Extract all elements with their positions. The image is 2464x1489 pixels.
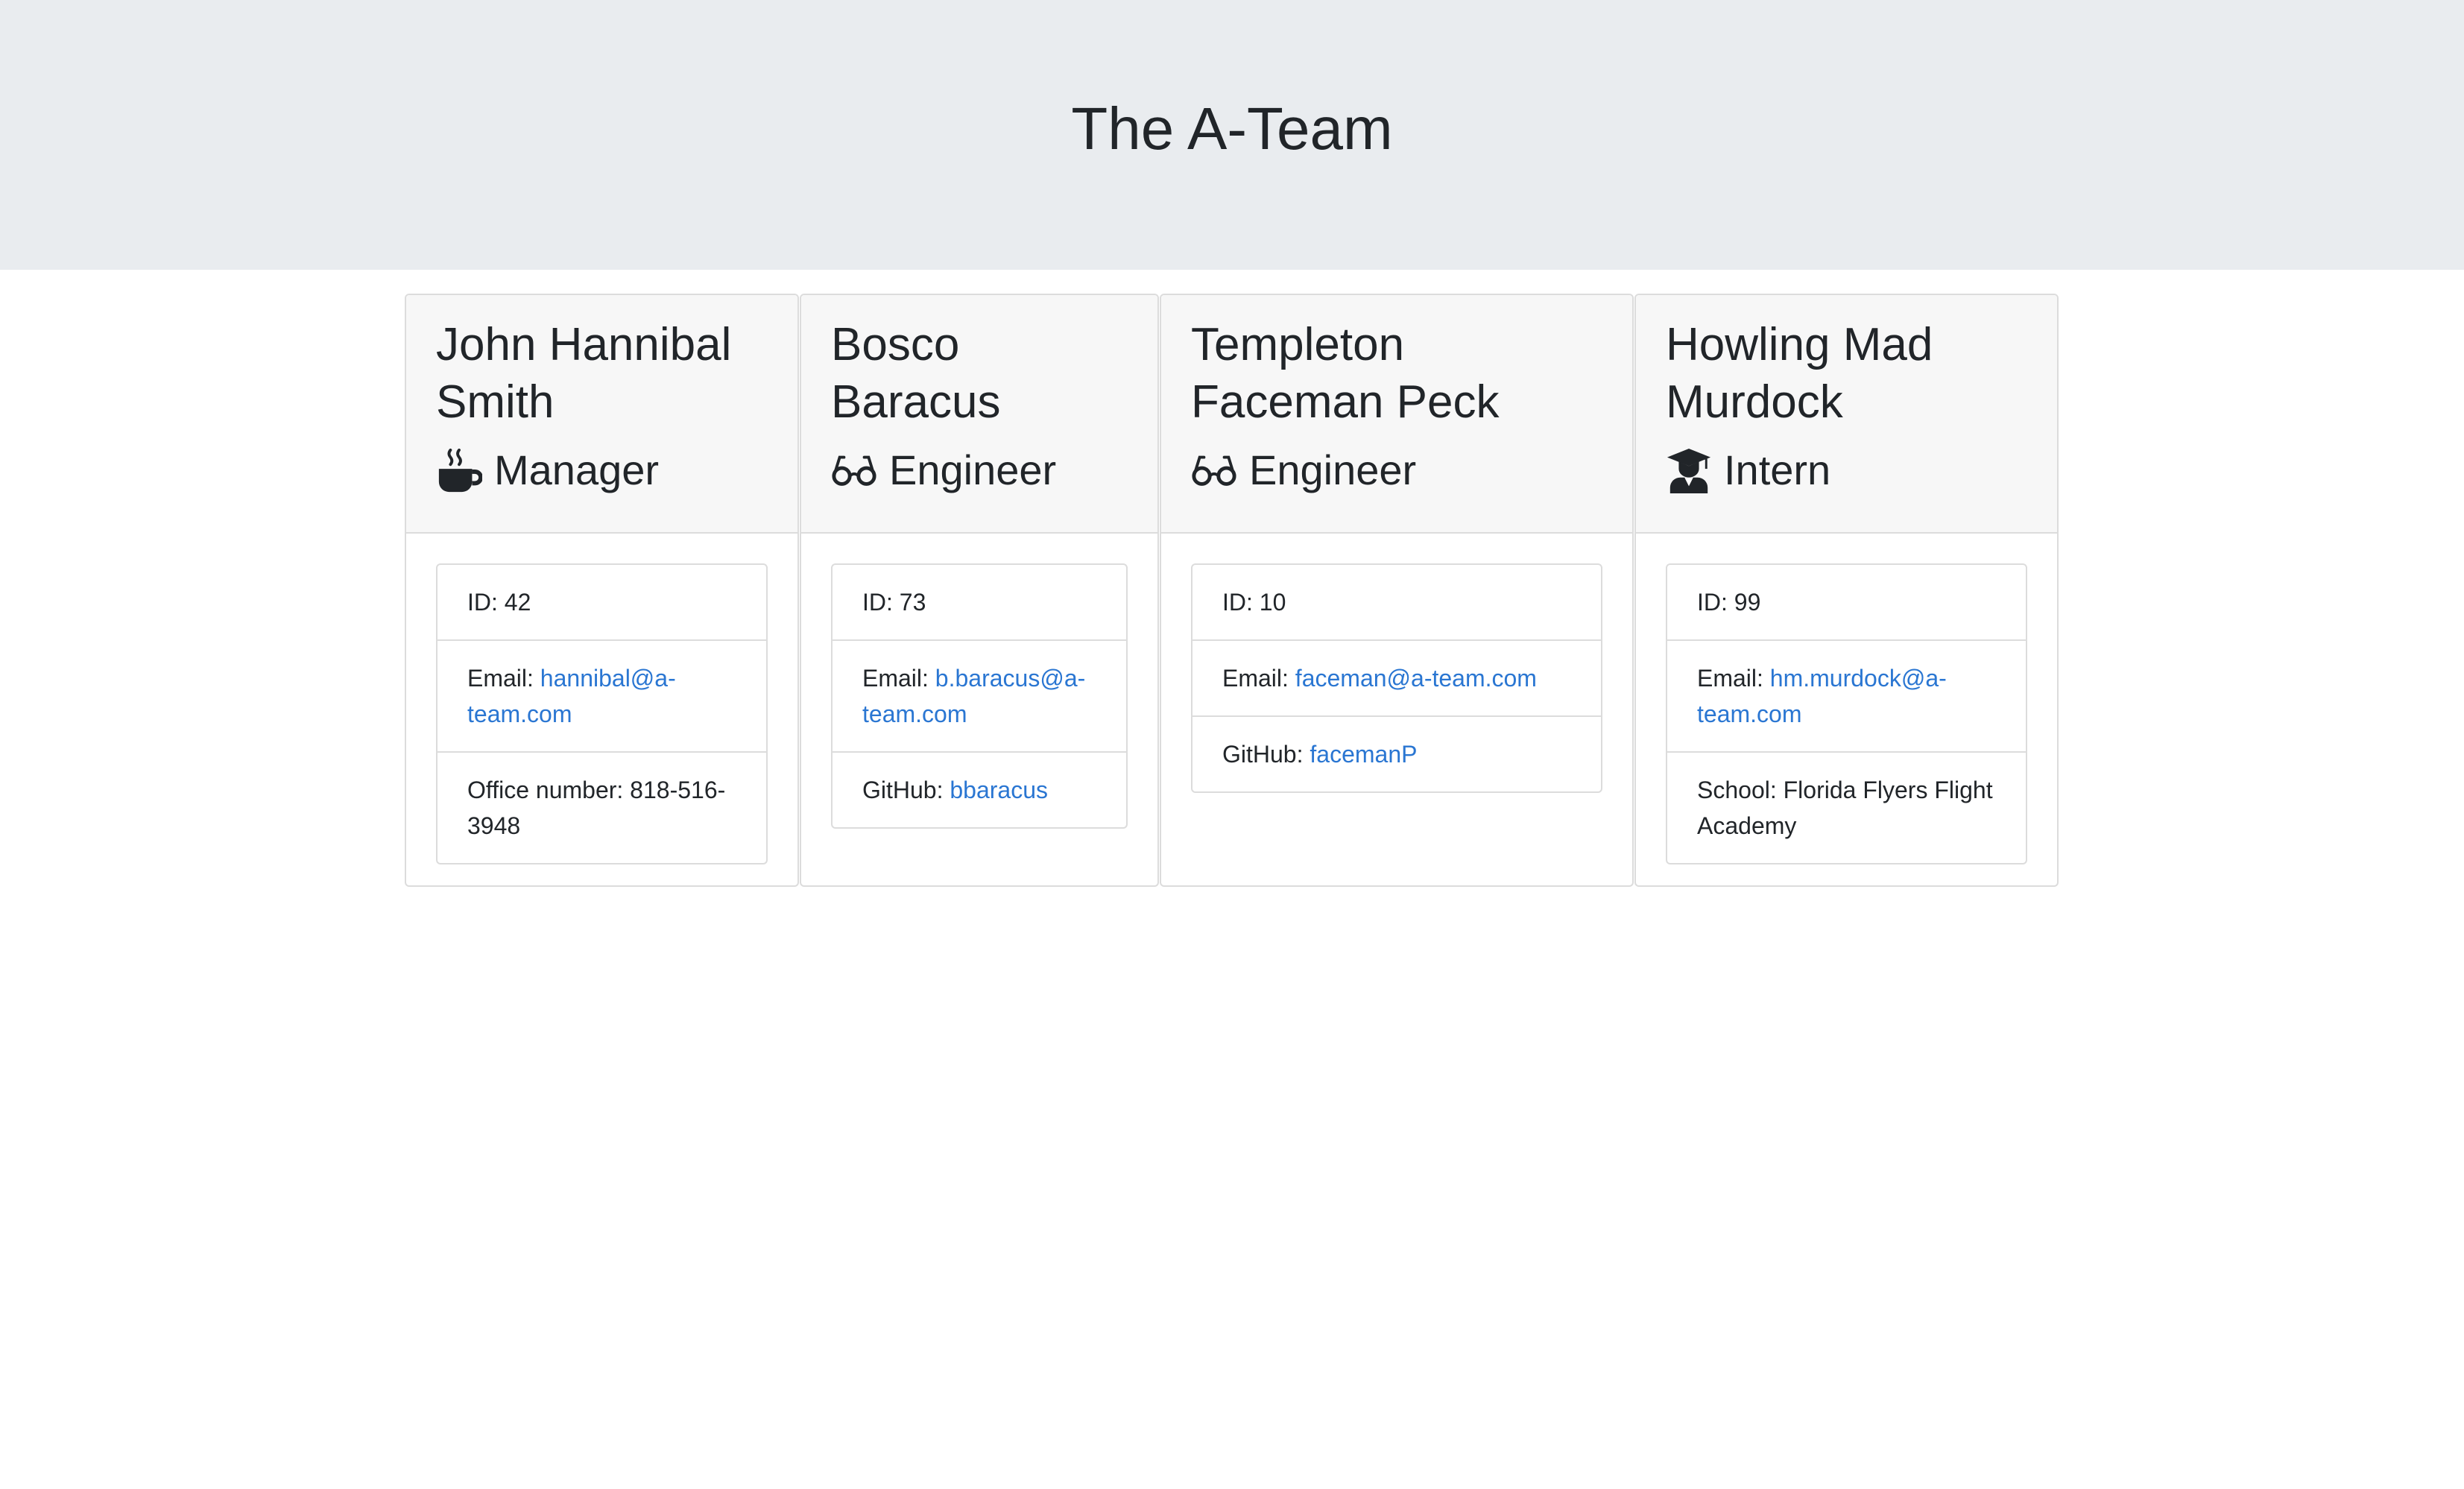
employee-id: ID: 10: [1192, 565, 1601, 641]
employee-role: Engineer: [831, 444, 1056, 496]
employee-id: ID: 42: [437, 565, 766, 641]
employee-details: ID: 10 Email: faceman@a-team.com GitHub:…: [1191, 563, 1602, 793]
employee-details: ID: 73 Email: b.baracus@a-team.com GitHu…: [831, 563, 1128, 829]
glasses-icon: [831, 447, 877, 493]
page-title: The A-Team: [1071, 95, 1393, 162]
employee-card-engineer: Templeton Faceman Peck Engineer ID: 10 Em…: [1160, 294, 1634, 887]
employee-role: Intern: [1666, 444, 1830, 496]
employee-name: Bosco Baracus: [831, 319, 1001, 428]
card-header: Howling Mad Murdock Intern: [1636, 295, 2057, 534]
employee-card-manager: John Hannibal Smith Manager ID: 42 Email:…: [405, 294, 799, 887]
glasses-icon: [1191, 447, 1237, 493]
employee-details: ID: 42 Email: hannibal@a-team.com Office…: [436, 563, 768, 864]
employee-email: Email: faceman@a-team.com: [1192, 641, 1601, 717]
header-banner: The A-Team: [0, 0, 2464, 270]
github-link[interactable]: bbaracus: [950, 777, 1048, 803]
card-header: John Hannibal Smith Manager: [406, 295, 797, 534]
employee-card-engineer: Bosco Baracus Engineer ID: 73 Email: b.ba…: [800, 294, 1159, 887]
office-number: Office number: 818-516- 3948: [467, 777, 726, 839]
coffee-mug-icon: [436, 447, 482, 493]
employee-id: ID: 73: [833, 565, 1126, 641]
employee-email: Email: hm.murdock@a-team.com: [1667, 641, 2026, 753]
email-link[interactable]: faceman@a-team.com: [1295, 665, 1537, 692]
github: GitHub: facemanP: [1222, 741, 1418, 768]
employee-name: Howling Mad Murdock: [1666, 319, 1933, 428]
card-header: Bosco Baracus Engineer: [801, 295, 1157, 534]
employee-email: Email: hannibal@a-team.com: [437, 641, 766, 753]
employee-card-intern: Howling Mad Murdock Intern ID: 99 Email: …: [1634, 294, 2059, 887]
github: GitHub: bbaracus: [862, 777, 1049, 803]
employee-name: John Hannibal Smith: [436, 319, 732, 428]
employee-name: Templeton Faceman Peck: [1191, 319, 1500, 428]
school: School: Florida Flyers Flight Academy: [1697, 777, 1993, 839]
employee-role: Manager: [436, 444, 659, 496]
card-header: Templeton Faceman Peck Engineer: [1161, 295, 1632, 534]
employee-email: Email: b.baracus@a-team.com: [833, 641, 1126, 753]
employee-role: Engineer: [1191, 444, 1416, 496]
employee-id: ID: 99: [1667, 565, 2026, 641]
employee-details: ID: 99 Email: hm.murdock@a-team.com Scho…: [1666, 563, 2027, 864]
graduate-icon: [1666, 447, 1712, 493]
github-link[interactable]: facemanP: [1310, 741, 1417, 768]
